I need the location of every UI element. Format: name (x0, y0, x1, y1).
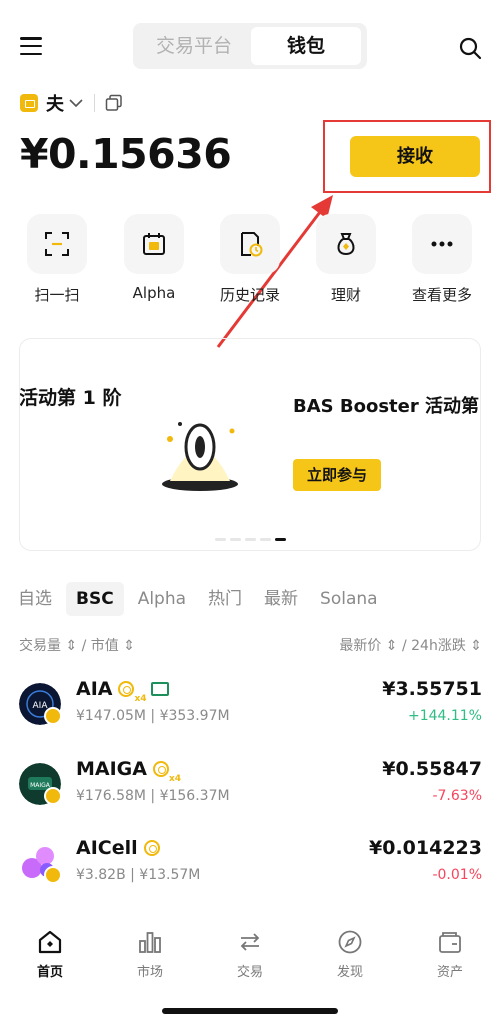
search-icon[interactable] (458, 36, 482, 60)
token-row[interactable]: AICell ¥3.82B | ¥13.57M ¥0.014223 -0.01% (19, 837, 482, 901)
wallet-icon (439, 932, 461, 953)
nav-discover[interactable]: 发现 (320, 929, 380, 980)
join-now-button[interactable]: 立即参与 (293, 459, 381, 491)
card-tag-icon (150, 682, 169, 696)
history-icon (241, 232, 263, 257)
quick-actions: 扫一扫 Alpha 历史记录 理财 查看更多 (0, 214, 500, 314)
tab-wallet[interactable]: 钱包 (251, 27, 361, 65)
account-selector[interactable]: 夫 (20, 91, 123, 115)
home-indicator (162, 1008, 338, 1014)
top-bar: 交易平台 钱包 (0, 0, 500, 90)
sort-price-change[interactable]: 最新价 ⇕ / 24h涨跌 ⇕ (339, 635, 482, 655)
token-volume-mcap: ¥176.58M | ¥156.37M (76, 788, 230, 804)
market-chart-icon (139, 932, 161, 953)
token-name: AIA x4 (76, 678, 169, 704)
home-icon (38, 930, 62, 954)
nav-assets[interactable]: 资产 (420, 929, 480, 980)
nav-assets-label: 资产 (436, 965, 463, 980)
tab-solana[interactable]: Solana (320, 582, 378, 616)
token-volume-mcap: ¥147.05M | ¥353.97M (76, 708, 230, 724)
multiplier-tag-icon: x4 (134, 694, 147, 704)
quick-earn[interactable]: 理财 (311, 214, 381, 305)
compass-icon (338, 930, 362, 954)
alpha-tag-icon (118, 681, 135, 697)
more-icon (431, 241, 453, 247)
tab-favorites[interactable]: 自选 (18, 582, 52, 616)
bottom-nav: 首页 市场 交易 发现 资产 (0, 915, 500, 995)
token-change: +144.11% (407, 708, 482, 724)
tab-alpha[interactable]: Alpha (138, 582, 186, 616)
alpha-tag-icon (152, 761, 169, 777)
wallet-badge-icon (20, 94, 38, 112)
token-change: -0.01% (432, 867, 482, 883)
nav-trade-label: 交易 (236, 965, 263, 980)
tab-newest[interactable]: 最新 (264, 582, 298, 616)
nav-home-label: 首页 (36, 965, 63, 980)
market-tabs: 自选 BSC Alpha 热门 最新 Solana (18, 582, 400, 616)
receive-button[interactable]: 接收 (350, 136, 480, 177)
token-name: AICell (76, 837, 160, 859)
trade-swap-icon (240, 933, 260, 951)
sort-volume-mcap[interactable]: 交易量 ⇕ / 市值 ⇕ (19, 638, 135, 654)
quick-alpha-label: Alpha (132, 284, 176, 302)
bsc-chain-icon (44, 707, 62, 725)
divider (94, 94, 95, 112)
quick-more-label: 查看更多 (411, 286, 472, 304)
alpha-tag-icon (143, 840, 160, 856)
account-name: 夫 (46, 94, 64, 115)
copy-icon[interactable] (105, 94, 123, 112)
token-row[interactable]: AIA AIA x4 ¥147.05M | ¥353.97M ¥3.55751 +… (19, 678, 482, 742)
mode-switch: 交易平台 钱包 (133, 23, 367, 69)
alpha-calendar-icon (143, 233, 165, 255)
wallet-balance: ¥0.15636 (20, 130, 232, 178)
sort-header: 交易量 ⇕ / 市值 ⇕ 最新价 ⇕ / 24h涨跌 ⇕ (19, 635, 482, 655)
nav-market-label: 市场 (136, 965, 163, 980)
promo-banner[interactable]: 活动第 1 阶 BAS Booster 活动第 立即参与 (19, 338, 481, 551)
mascot-illustration-icon (162, 422, 238, 491)
quick-scan-label: 扫一扫 (34, 286, 80, 304)
token-volume-mcap: ¥3.82B | ¥13.57M (76, 867, 201, 883)
banner-prev-text: 活动第 1 阶 (19, 387, 122, 409)
multiplier-tag-icon: x4 (168, 774, 182, 784)
quick-scan[interactable]: 扫一扫 (22, 214, 92, 305)
token-change: -7.63% (432, 788, 482, 804)
token-price: ¥0.014223 (369, 837, 482, 859)
bsc-chain-icon (44, 787, 62, 805)
earn-bag-icon (337, 233, 355, 256)
quick-alpha[interactable]: Alpha (119, 214, 189, 302)
quick-more[interactable]: 查看更多 (407, 214, 477, 305)
nav-trade[interactable]: 交易 (220, 929, 280, 980)
quick-history[interactable]: 历史记录 (215, 214, 285, 305)
carousel-dots (215, 538, 286, 541)
menu-icon[interactable] (20, 37, 42, 55)
quick-history-label: 历史记录 (219, 286, 280, 304)
tab-hot[interactable]: 热门 (208, 582, 242, 616)
scan-icon (45, 232, 69, 256)
chevron-down-icon[interactable] (68, 97, 84, 109)
bsc-chain-icon (44, 866, 62, 884)
nav-market[interactable]: 市场 (120, 929, 180, 980)
banner-title: BAS Booster 活动第 (293, 396, 480, 417)
token-name: MAIGA x4 (76, 758, 182, 784)
token-price: ¥0.55847 (382, 758, 482, 780)
tab-bsc[interactable]: BSC (66, 582, 124, 616)
tab-exchange[interactable]: 交易平台 (139, 27, 249, 65)
nav-home[interactable]: 首页 (20, 929, 80, 980)
token-row[interactable]: MAIGA MAIGA x4 ¥176.58M | ¥156.37M ¥0.558… (19, 758, 482, 822)
token-price: ¥3.55751 (382, 678, 482, 700)
nav-discover-label: 发现 (336, 965, 363, 980)
quick-earn-label: 理财 (330, 286, 361, 304)
